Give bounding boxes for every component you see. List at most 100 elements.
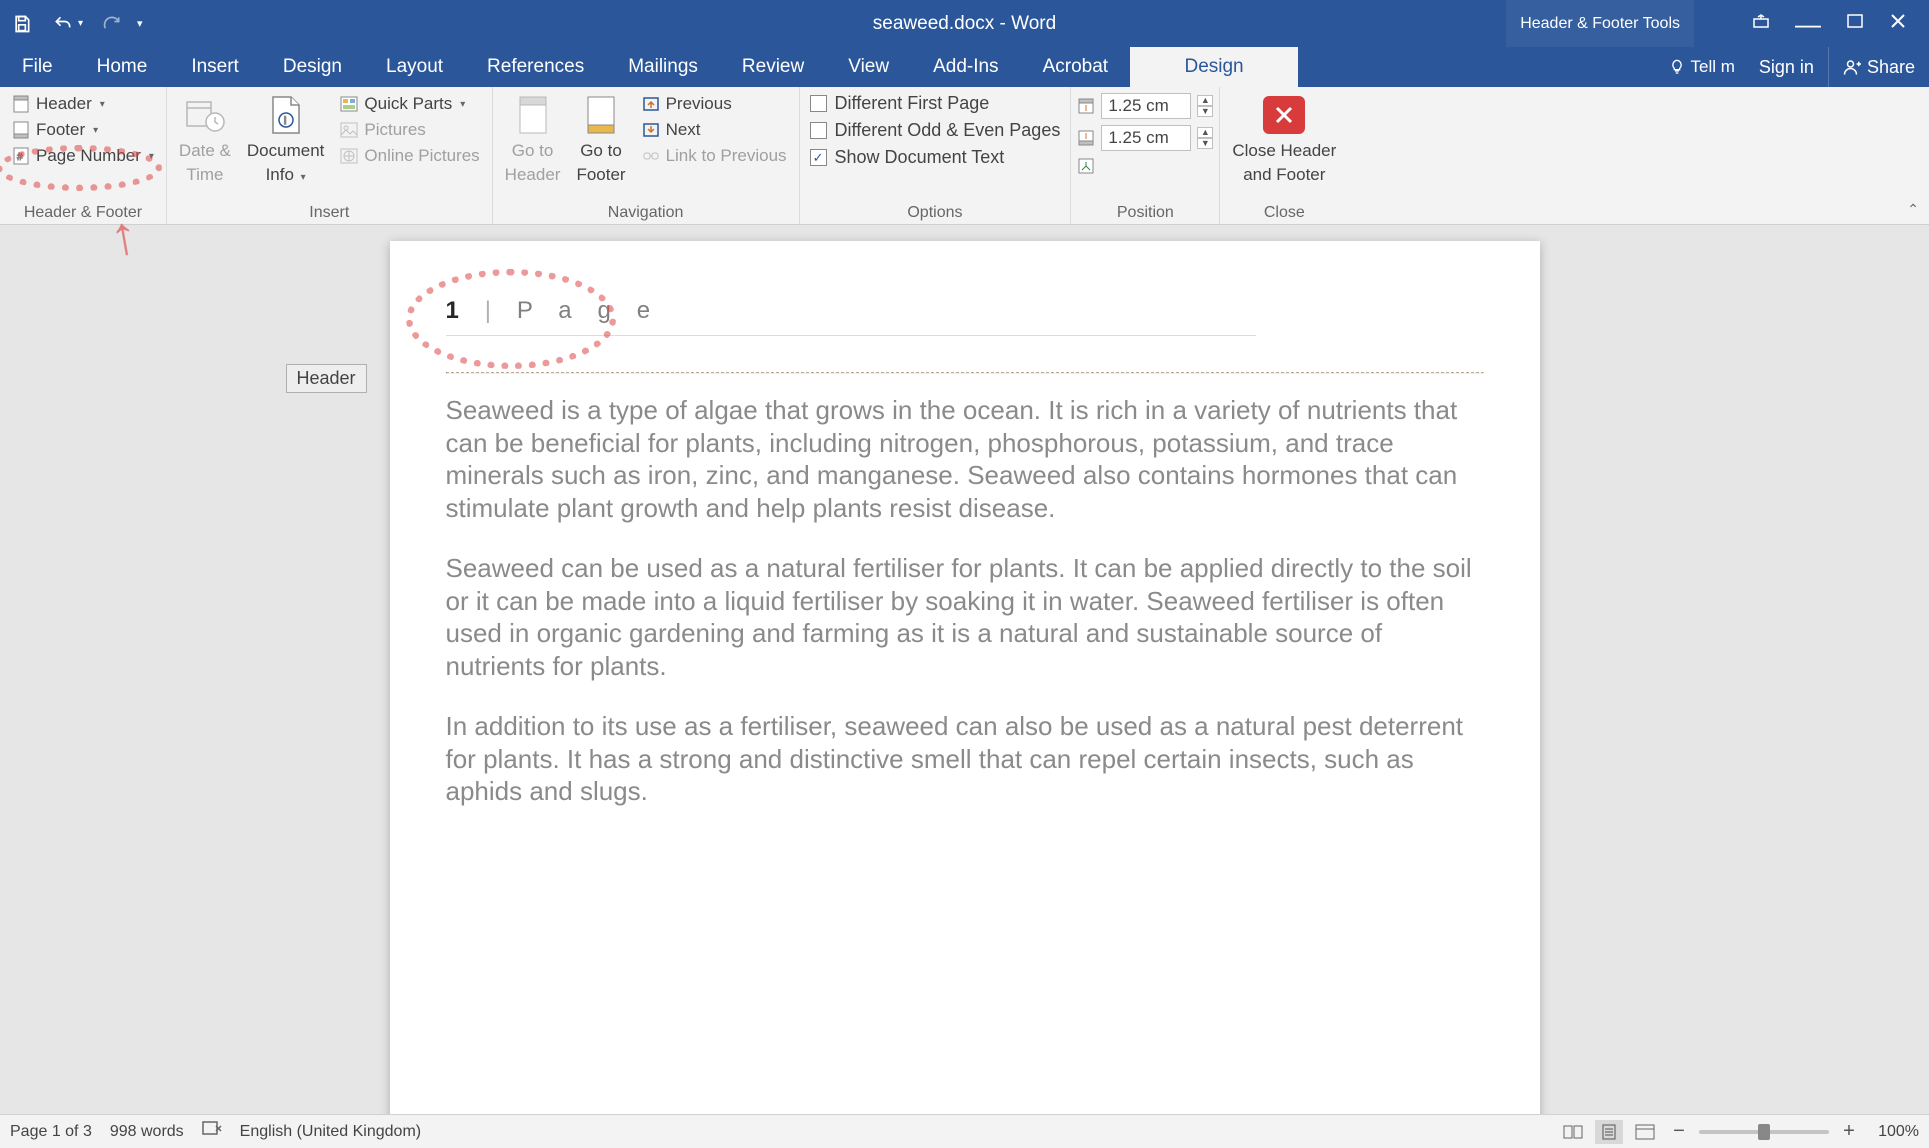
tab-acrobat[interactable]: Acrobat xyxy=(1021,47,1130,87)
paragraph: Seaweed is a type of algae that grows in… xyxy=(446,394,1484,524)
redo-icon[interactable] xyxy=(101,14,123,34)
tab-file[interactable]: File xyxy=(0,47,75,87)
ribbon-display-options-icon[interactable] xyxy=(1753,14,1769,33)
print-layout-icon[interactable] xyxy=(1595,1120,1623,1144)
previous-label: Previous xyxy=(666,94,732,114)
previous-button[interactable]: Previous xyxy=(636,91,793,117)
previous-icon xyxy=(642,95,660,113)
document-info-button[interactable]: i Document Info ▾ xyxy=(241,91,330,188)
tell-me-search[interactable]: Tell m xyxy=(1659,47,1745,87)
group-navigation: Go to Header Go to Footer Previous Next xyxy=(493,87,800,224)
calendar-clock-icon xyxy=(185,93,225,137)
check-different-odd-even-label: Different Odd & Even Pages xyxy=(835,120,1061,141)
goto-header-label2: Header xyxy=(505,165,561,185)
check-show-document-text[interactable]: ✓ Show Document Text xyxy=(806,145,1009,170)
spinner-up-icon[interactable]: ▲ xyxy=(1197,127,1213,138)
zoom-out-icon[interactable]: − xyxy=(1667,1120,1691,1143)
document-page[interactable]: 1 | P a g e Header Seaweed is a type of … xyxy=(390,241,1540,1114)
tab-references[interactable]: References xyxy=(465,47,606,87)
page-number-label: Page Number xyxy=(36,146,141,166)
insert-alignment-tab[interactable] xyxy=(1077,155,1095,177)
tab-design[interactable]: Design xyxy=(261,47,364,87)
spellcheck-icon[interactable] xyxy=(202,1121,222,1142)
tab-context-design[interactable]: Design xyxy=(1130,47,1298,87)
svg-text:i: i xyxy=(284,116,286,127)
group-close: Close Header and Footer Close xyxy=(1220,87,1348,224)
zoom-slider[interactable] xyxy=(1699,1130,1829,1134)
header-zone[interactable]: 1 | P a g e xyxy=(446,297,1484,366)
sign-in-button[interactable]: Sign in xyxy=(1745,47,1828,87)
footer-from-bottom[interactable]: 1.25 cm ▲▼ xyxy=(1077,123,1213,153)
footer-position-value[interactable]: 1.25 cm xyxy=(1101,125,1191,151)
close-icon[interactable] xyxy=(1889,12,1907,35)
tab-insert[interactable]: Insert xyxy=(169,47,261,87)
group-label: Navigation xyxy=(499,200,793,224)
word-count[interactable]: 998 words xyxy=(110,1123,184,1141)
web-layout-icon[interactable] xyxy=(1631,1120,1659,1144)
alignment-tab-icon xyxy=(1077,157,1095,175)
quick-parts-button[interactable]: Quick Parts▾ xyxy=(334,91,485,117)
pictures-label: Pictures xyxy=(364,120,425,140)
tab-addins[interactable]: Add-Ins xyxy=(911,47,1020,87)
header-from-top[interactable]: 1.25 cm ▲▼ xyxy=(1077,91,1213,121)
zoom-in-icon[interactable]: + xyxy=(1837,1120,1861,1143)
picture-icon xyxy=(340,121,358,139)
undo-icon[interactable]: ▾ xyxy=(50,14,83,34)
goto-footer-button[interactable]: Go to Footer xyxy=(570,91,631,188)
share-button[interactable]: Share xyxy=(1828,47,1929,87)
header-position-icon xyxy=(1077,97,1095,115)
date-time-label2: Time xyxy=(186,165,223,185)
spinner-up-icon[interactable]: ▲ xyxy=(1197,95,1213,106)
header-position-value[interactable]: 1.25 cm xyxy=(1101,93,1191,119)
check-show-document-text-label: Show Document Text xyxy=(835,147,1005,168)
ribbon: Header▾ Footer▾ # Page Number▾ Header & … xyxy=(0,87,1929,225)
window-controls: — xyxy=(1731,0,1929,47)
link-previous-label: Link to Previous xyxy=(666,146,787,166)
document-area[interactable]: 1 | P a g e Header Seaweed is a type of … xyxy=(0,225,1929,1114)
goto-header-icon xyxy=(516,93,550,137)
header-label: Header xyxy=(36,94,92,114)
next-label: Next xyxy=(666,120,701,140)
language-status[interactable]: English (United Kingdom) xyxy=(240,1123,421,1141)
close-x-icon xyxy=(1263,96,1305,134)
checkbox-empty-icon xyxy=(810,95,827,112)
goto-footer-label2: Footer xyxy=(576,165,625,185)
page-status[interactable]: Page 1 of 3 xyxy=(10,1123,92,1141)
footer-position-icon xyxy=(1077,129,1095,147)
check-different-odd-even[interactable]: Different Odd & Even Pages xyxy=(806,118,1065,143)
page-number-field[interactable]: 1 | P a g e xyxy=(446,297,1484,325)
group-header-footer: Header▾ Footer▾ # Page Number▾ Header & … xyxy=(0,87,167,224)
tab-home[interactable]: Home xyxy=(75,47,170,87)
document-info-icon: i xyxy=(269,93,303,137)
document-info-label1: Document xyxy=(247,141,324,161)
group-insert: Date & Time i Document Info ▾ Quick Part… xyxy=(167,87,493,224)
tab-view[interactable]: View xyxy=(826,47,911,87)
check-different-first[interactable]: Different First Page xyxy=(806,91,994,116)
header-button[interactable]: Header▾ xyxy=(6,91,111,117)
zoom-level[interactable]: 100% xyxy=(1869,1123,1919,1141)
close-header-footer-button[interactable]: Close Header and Footer xyxy=(1226,91,1342,188)
group-options: Different First Page Different Odd & Eve… xyxy=(800,87,1072,224)
qat-customize-icon[interactable]: ▾ xyxy=(137,17,143,30)
spinner-down-icon[interactable]: ▼ xyxy=(1197,106,1213,117)
tab-layout[interactable]: Layout xyxy=(364,47,465,87)
page-number-value: 1 xyxy=(446,297,469,324)
paragraph: Seaweed can be used as a natural fertili… xyxy=(446,552,1484,682)
save-icon[interactable] xyxy=(12,14,32,34)
svg-text:#: # xyxy=(17,152,23,163)
status-bar: Page 1 of 3 998 words English (United Ki… xyxy=(0,1114,1929,1148)
maximize-icon[interactable] xyxy=(1847,14,1863,33)
header-tab-label: Header xyxy=(286,364,367,393)
tab-mailings[interactable]: Mailings xyxy=(606,47,720,87)
group-position: 1.25 cm ▲▼ 1.25 cm ▲▼ Position xyxy=(1071,87,1220,224)
footer-button[interactable]: Footer▾ xyxy=(6,117,104,143)
page-number-button[interactable]: # Page Number▾ xyxy=(6,143,160,169)
tab-review[interactable]: Review xyxy=(720,47,826,87)
read-mode-icon[interactable] xyxy=(1559,1120,1587,1144)
next-button[interactable]: Next xyxy=(636,117,793,143)
collapse-ribbon-icon[interactable]: ⌃ xyxy=(1907,201,1919,218)
checkbox-empty-icon xyxy=(810,122,827,139)
globe-picture-icon xyxy=(340,147,358,165)
group-label: Position xyxy=(1077,200,1213,224)
spinner-down-icon[interactable]: ▼ xyxy=(1197,138,1213,149)
